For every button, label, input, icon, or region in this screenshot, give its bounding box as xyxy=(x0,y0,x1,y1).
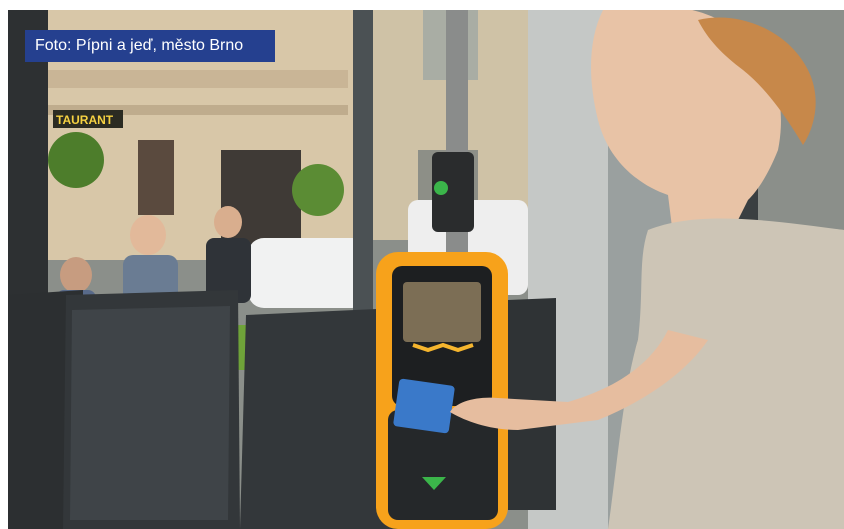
tree-right xyxy=(292,164,344,216)
photo-credit-caption: Foto: Pípni a jeď, město Brno xyxy=(25,30,275,62)
seat-3 xyxy=(240,308,398,529)
photo: TAURANT Foto: Pípni a jeď, město Brno xyxy=(8,10,844,529)
validator-status-light-icon xyxy=(434,181,448,195)
tree-left xyxy=(48,132,104,188)
restaurant-sign-text: TAURANT xyxy=(56,113,114,127)
person-head xyxy=(130,215,166,255)
white-car xyxy=(248,238,368,308)
window-pillar xyxy=(353,10,373,350)
scene: TAURANT xyxy=(8,10,844,529)
payment-card xyxy=(393,378,455,434)
